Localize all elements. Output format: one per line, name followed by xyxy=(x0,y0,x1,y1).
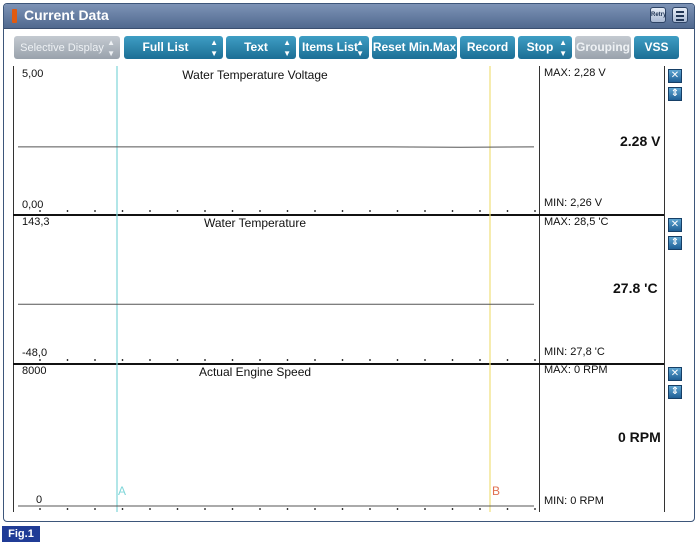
y-min-label: -48,0 xyxy=(22,347,48,359)
chart-title: Water Temperature Voltage xyxy=(182,68,328,82)
chart-title: Actual Engine Speed xyxy=(198,365,312,379)
current-value: 27.8 'C xyxy=(613,280,658,296)
max-readout: MAX: 0 RPM xyxy=(544,364,608,376)
chart-overlay xyxy=(18,66,536,512)
y-max-label: 5,00 xyxy=(22,68,44,80)
close-icon[interactable]: ✕ xyxy=(668,218,682,232)
expand-icon[interactable]: ⇕ xyxy=(668,385,682,399)
cursor-b-label: B xyxy=(492,484,501,498)
figure-caption: Fig.1 xyxy=(2,526,40,542)
y-min-label: 0,00 xyxy=(22,199,44,211)
min-readout: MIN: 0 RPM xyxy=(544,495,604,507)
expand-icon[interactable]: ⇕ xyxy=(668,87,682,101)
close-icon[interactable]: ✕ xyxy=(668,367,682,381)
y-min-label: 0 xyxy=(36,494,43,506)
current-value: 2.28 V xyxy=(620,133,661,149)
max-readout: MAX: 28,5 'C xyxy=(544,216,609,228)
current-value: 0 RPM xyxy=(618,429,661,445)
y-max-label: 8000 xyxy=(22,365,47,377)
y-max-label: 143,3 xyxy=(22,216,50,228)
min-readout: MIN: 27,8 'C xyxy=(544,346,605,358)
chart-title: Water Temperature xyxy=(203,216,307,230)
expand-icon[interactable]: ⇕ xyxy=(668,236,682,250)
min-readout: MIN: 2,26 V xyxy=(544,197,603,209)
cursor-a-label: A xyxy=(118,484,127,498)
max-readout: MAX: 2,28 V xyxy=(544,67,606,79)
close-icon[interactable]: ✕ xyxy=(668,69,682,83)
